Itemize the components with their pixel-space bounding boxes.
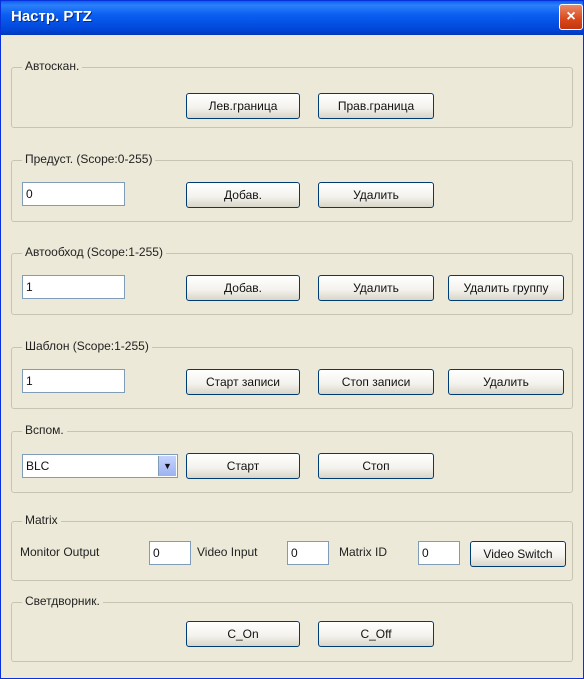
preset-input[interactable]: 0	[22, 182, 125, 206]
preset-delete-button[interactable]: Удалить	[318, 182, 434, 208]
close-icon: ×	[566, 8, 576, 25]
aux-stop-button[interactable]: Стоп	[318, 453, 434, 479]
video-input-input[interactable]: 0	[287, 541, 329, 565]
tour-add-button[interactable]: Добав.	[186, 275, 300, 301]
pattern-start-record-button[interactable]: Старт записи	[186, 369, 300, 395]
light-group: Светдворник. C_On C_Off	[11, 594, 573, 662]
video-input-label: Video Input	[197, 545, 258, 559]
matrix-id-input[interactable]: 0	[418, 541, 460, 565]
aux-selected-value: BLC	[26, 459, 50, 473]
preset-group: Предуст. (Scope:0-255) 0 Добав. Удалить	[11, 152, 573, 222]
tour-delete-button[interactable]: Удалить	[318, 275, 434, 301]
pattern-input[interactable]: 1	[22, 369, 125, 393]
tour-label: Автообход (Scope:1-255)	[22, 245, 166, 259]
tour-input[interactable]: 1	[22, 275, 125, 299]
right-boundary-button[interactable]: Прав.граница	[318, 93, 434, 119]
video-switch-button[interactable]: Video Switch	[470, 541, 566, 567]
ptz-settings-window: Настр. PTZ × Автоскан. Лев.граница Прав.…	[0, 0, 584, 679]
matrix-label: Matrix	[22, 513, 61, 527]
pattern-delete-button[interactable]: Удалить	[448, 369, 564, 395]
aux-start-button[interactable]: Старт	[186, 453, 300, 479]
matrix-id-label: Matrix ID	[339, 545, 387, 559]
aux-group: Вспом. BLC ▼ Старт Стоп	[11, 423, 573, 493]
window-title: Настр. PTZ	[11, 8, 92, 25]
tour-delete-group-button[interactable]: Удалить группу	[448, 275, 564, 301]
monitor-output-input[interactable]: 0	[149, 541, 191, 565]
preset-add-button[interactable]: Добав.	[186, 182, 300, 208]
title-bar[interactable]: Настр. PTZ ×	[1, 1, 583, 35]
pattern-label: Шаблон (Scope:1-255)	[22, 339, 152, 353]
preset-label: Предуст. (Scope:0-255)	[22, 152, 156, 166]
aux-label: Вспом.	[22, 423, 67, 437]
light-off-button[interactable]: C_Off	[318, 621, 434, 647]
left-boundary-button[interactable]: Лев.граница	[186, 93, 300, 119]
matrix-group: Matrix Monitor Output 0 Video Input 0 Ma…	[11, 513, 573, 581]
chevron-down-icon[interactable]: ▼	[158, 456, 176, 476]
close-button[interactable]: ×	[559, 4, 583, 30]
pattern-stop-record-button[interactable]: Стоп записи	[318, 369, 434, 395]
autoscan-label: Автоскан.	[22, 59, 83, 73]
light-label: Светдворник.	[22, 594, 103, 608]
monitor-output-label: Monitor Output	[20, 545, 100, 559]
tour-group: Автообход (Scope:1-255) 1 Добав. Удалить…	[11, 245, 573, 315]
aux-function-select[interactable]: BLC ▼	[22, 454, 178, 478]
autoscan-group: Автоскан. Лев.граница Прав.граница	[11, 59, 573, 128]
light-on-button[interactable]: C_On	[186, 621, 300, 647]
pattern-group: Шаблон (Scope:1-255) 1 Старт записи Стоп…	[11, 339, 573, 409]
